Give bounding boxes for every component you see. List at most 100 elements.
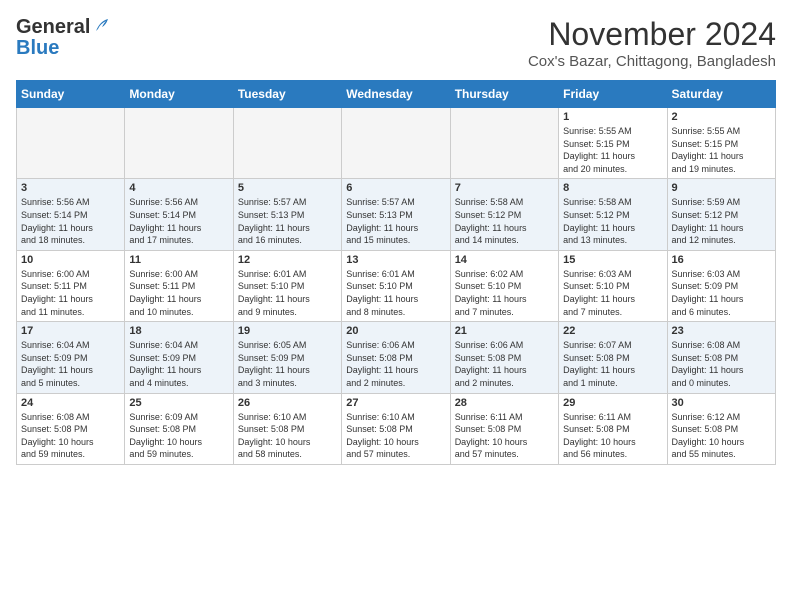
calendar-table: SundayMondayTuesdayWednesdayThursdayFrid…: [16, 80, 776, 465]
calendar-cell: [125, 108, 233, 179]
calendar-week-row: 1 Sunrise: 5:55 AM Sunset: 5:15 PM Daylig…: [17, 108, 776, 179]
day-info: Sunrise: 5:55 AM Sunset: 5:15 PM Dayligh…: [672, 125, 771, 175]
page-header: General Blue November 2024 Cox's Bazar, …: [16, 16, 776, 70]
header-thursday: Thursday: [450, 81, 558, 108]
calendar-cell: 25 Sunrise: 6:09 AM Sunset: 5:08 PM Dayli…: [125, 393, 233, 464]
day-info: Sunrise: 6:00 AM Sunset: 5:11 PM Dayligh…: [21, 268, 120, 318]
day-number: 24: [21, 397, 120, 409]
calendar-week-row: 10 Sunrise: 6:00 AM Sunset: 5:11 PM Dayli…: [17, 250, 776, 321]
calendar-cell: 16 Sunrise: 6:03 AM Sunset: 5:09 PM Dayli…: [667, 250, 775, 321]
day-number: 10: [21, 254, 120, 266]
day-info: Sunrise: 6:01 AM Sunset: 5:10 PM Dayligh…: [238, 268, 337, 318]
calendar-week-row: 24 Sunrise: 6:08 AM Sunset: 5:08 PM Dayli…: [17, 393, 776, 464]
day-info: Sunrise: 5:56 AM Sunset: 5:14 PM Dayligh…: [129, 196, 228, 246]
day-number: 8: [563, 182, 662, 194]
calendar-cell: 2Sunrise: 5:55 AM Sunset: 5:15 PM Daylig…: [667, 108, 775, 179]
month-title: November 2024: [528, 16, 776, 53]
day-info: Sunrise: 6:12 AM Sunset: 5:08 PM Dayligh…: [672, 411, 771, 461]
header-friday: Friday: [559, 81, 667, 108]
day-number: 27: [346, 397, 445, 409]
day-number: 23: [672, 325, 771, 337]
calendar-cell: 29 Sunrise: 6:11 AM Sunset: 5:08 PM Dayli…: [559, 393, 667, 464]
calendar-cell: 15 Sunrise: 6:03 AM Sunset: 5:10 PM Dayli…: [559, 250, 667, 321]
day-number: 3: [21, 182, 120, 194]
calendar-week-row: 17 Sunrise: 6:04 AM Sunset: 5:09 PM Dayli…: [17, 322, 776, 393]
day-info: Sunrise: 6:04 AM Sunset: 5:09 PM Dayligh…: [129, 339, 228, 389]
day-number: 4: [129, 182, 228, 194]
logo: General Blue: [16, 16, 110, 60]
day-number: 19: [238, 325, 337, 337]
calendar-cell: 22Sunrise: 6:07 AM Sunset: 5:08 PM Dayli…: [559, 322, 667, 393]
calendar-cell: 14Sunrise: 6:02 AM Sunset: 5:10 PM Dayli…: [450, 250, 558, 321]
calendar-cell: 26Sunrise: 6:10 AM Sunset: 5:08 PM Dayli…: [233, 393, 341, 464]
calendar-cell: 7 Sunrise: 5:58 AM Sunset: 5:12 PM Daylig…: [450, 179, 558, 250]
day-info: Sunrise: 5:58 AM Sunset: 5:12 PM Dayligh…: [455, 196, 554, 246]
calendar-cell: 20 Sunrise: 6:06 AM Sunset: 5:08 PM Dayli…: [342, 322, 450, 393]
calendar-cell: 12 Sunrise: 6:01 AM Sunset: 5:10 PM Dayli…: [233, 250, 341, 321]
calendar-cell: 27 Sunrise: 6:10 AM Sunset: 5:08 PM Dayli…: [342, 393, 450, 464]
calendar-cell: 3Sunrise: 5:56 AM Sunset: 5:14 PM Daylig…: [17, 179, 125, 250]
day-info: Sunrise: 6:10 AM Sunset: 5:08 PM Dayligh…: [238, 411, 337, 461]
day-number: 7: [455, 182, 554, 194]
day-number: 28: [455, 397, 554, 409]
location: Cox's Bazar, Chittagong, Bangladesh: [528, 53, 776, 70]
day-info: Sunrise: 6:11 AM Sunset: 5:08 PM Dayligh…: [455, 411, 554, 461]
header-monday: Monday: [125, 81, 233, 108]
calendar-cell: 23 Sunrise: 6:08 AM Sunset: 5:08 PM Dayli…: [667, 322, 775, 393]
day-info: Sunrise: 6:05 AM Sunset: 5:09 PM Dayligh…: [238, 339, 337, 389]
day-number: 25: [129, 397, 228, 409]
day-info: Sunrise: 6:04 AM Sunset: 5:09 PM Dayligh…: [21, 339, 120, 389]
calendar-week-row: 3 Sunrise: 5:56 AM Sunset: 5:14 PM Daylig…: [17, 179, 776, 250]
day-info: Sunrise: 6:08 AM Sunset: 5:08 PM Dayligh…: [21, 411, 120, 461]
day-number: 22: [563, 325, 662, 337]
calendar-cell: 11Sunrise: 6:00 AM Sunset: 5:11 PM Dayli…: [125, 250, 233, 321]
day-info: Sunrise: 6:11 AM Sunset: 5:08 PM Dayligh…: [563, 411, 662, 461]
calendar-cell: 28 Sunrise: 6:11 AM Sunset: 5:08 PM Dayli…: [450, 393, 558, 464]
day-number: 12: [238, 254, 337, 266]
day-info: Sunrise: 5:57 AM Sunset: 5:13 PM Dayligh…: [238, 196, 337, 246]
day-number: 6: [346, 182, 445, 194]
logo-blue: Blue: [16, 37, 59, 59]
header-tuesday: Tuesday: [233, 81, 341, 108]
logo-bird-icon: [92, 17, 110, 35]
day-number: 17: [21, 325, 120, 337]
calendar-cell: [17, 108, 125, 179]
day-number: 21: [455, 325, 554, 337]
calendar-cell: 24 Sunrise: 6:08 AM Sunset: 5:08 PM Dayli…: [17, 393, 125, 464]
day-number: 20: [346, 325, 445, 337]
day-number: 30: [672, 397, 771, 409]
day-number: 9: [672, 182, 771, 194]
calendar-cell: 17 Sunrise: 6:04 AM Sunset: 5:09 PM Dayli…: [17, 322, 125, 393]
header-sunday: Sunday: [17, 81, 125, 108]
day-info: Sunrise: 6:06 AM Sunset: 5:08 PM Dayligh…: [455, 339, 554, 389]
calendar-cell: 8 Sunrise: 5:58 AM Sunset: 5:12 PM Daylig…: [559, 179, 667, 250]
calendar-cell: 1 Sunrise: 5:55 AM Sunset: 5:15 PM Daylig…: [559, 108, 667, 179]
day-info: Sunrise: 6:08 AM Sunset: 5:08 PM Dayligh…: [672, 339, 771, 389]
day-info: Sunrise: 6:03 AM Sunset: 5:10 PM Dayligh…: [563, 268, 662, 318]
day-info: Sunrise: 5:55 AM Sunset: 5:15 PM Dayligh…: [563, 125, 662, 175]
calendar-cell: [233, 108, 341, 179]
day-info: Sunrise: 6:01 AM Sunset: 5:10 PM Dayligh…: [346, 268, 445, 318]
calendar-cell: 18Sunrise: 6:04 AM Sunset: 5:09 PM Dayli…: [125, 322, 233, 393]
calendar-cell: 9Sunrise: 5:59 AM Sunset: 5:12 PM Daylig…: [667, 179, 775, 250]
calendar-cell: 10 Sunrise: 6:00 AM Sunset: 5:11 PM Dayli…: [17, 250, 125, 321]
day-number: 15: [563, 254, 662, 266]
day-info: Sunrise: 6:06 AM Sunset: 5:08 PM Dayligh…: [346, 339, 445, 389]
day-info: Sunrise: 5:58 AM Sunset: 5:12 PM Dayligh…: [563, 196, 662, 246]
calendar-cell: 30 Sunrise: 6:12 AM Sunset: 5:08 PM Dayli…: [667, 393, 775, 464]
calendar-cell: [342, 108, 450, 179]
title-area: November 2024 Cox's Bazar, Chittagong, B…: [528, 16, 776, 70]
calendar-cell: 6Sunrise: 5:57 AM Sunset: 5:13 PM Daylig…: [342, 179, 450, 250]
calendar-header-row: SundayMondayTuesdayWednesdayThursdayFrid…: [17, 81, 776, 108]
day-number: 5: [238, 182, 337, 194]
header-wednesday: Wednesday: [342, 81, 450, 108]
day-number: 29: [563, 397, 662, 409]
day-info: Sunrise: 6:10 AM Sunset: 5:08 PM Dayligh…: [346, 411, 445, 461]
day-info: Sunrise: 6:03 AM Sunset: 5:09 PM Dayligh…: [672, 268, 771, 318]
logo-general: General: [16, 16, 90, 39]
day-number: 16: [672, 254, 771, 266]
day-info: Sunrise: 6:09 AM Sunset: 5:08 PM Dayligh…: [129, 411, 228, 461]
calendar-cell: 19 Sunrise: 6:05 AM Sunset: 5:09 PM Dayli…: [233, 322, 341, 393]
day-number: 13: [346, 254, 445, 266]
day-number: 1: [563, 111, 662, 123]
